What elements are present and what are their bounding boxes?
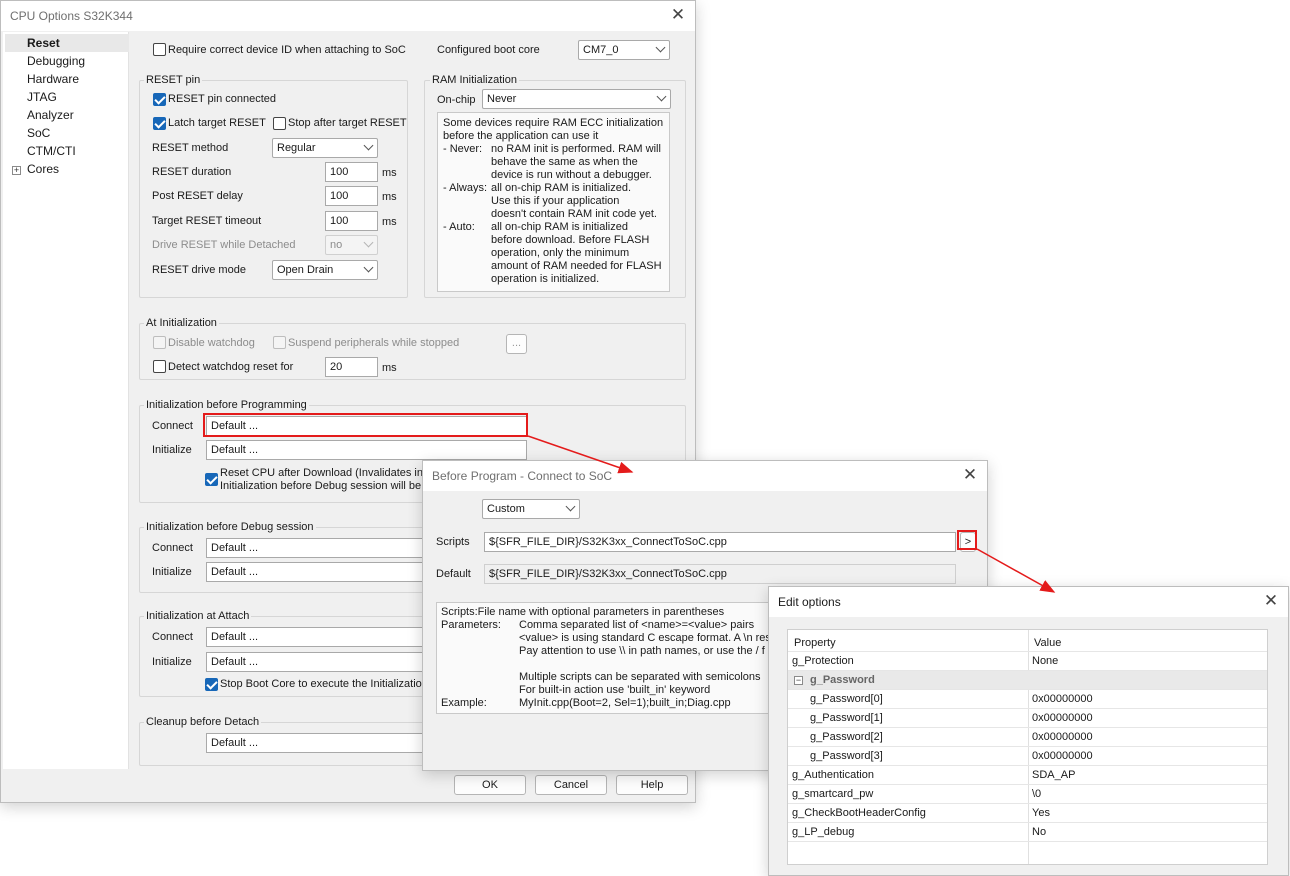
arrow-connect-to-dialog (527, 435, 634, 474)
annotation-arrows (527, 435, 1056, 593)
arrow-button-to-edit-options (976, 548, 1056, 593)
